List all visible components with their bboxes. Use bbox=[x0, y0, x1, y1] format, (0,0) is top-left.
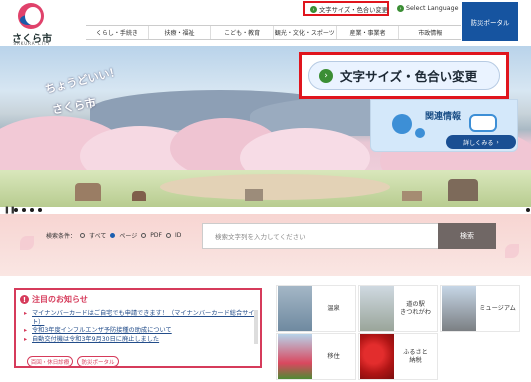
select-language-label: Select Language bbox=[406, 5, 459, 12]
disaster-portal-chip[interactable]: 防災ポータル bbox=[77, 356, 119, 367]
notice-item[interactable]: 自動交付機は令和3年9月30日に廃止しました bbox=[24, 336, 256, 345]
slide-dot[interactable] bbox=[526, 208, 530, 212]
nav-item-business[interactable]: 産業・事業者 bbox=[335, 26, 399, 39]
text-size-callout-box: › 文字サイズ・色合い変更 bbox=[299, 52, 509, 99]
text-size-color-label: 文字サイズ・色合い変更 bbox=[319, 7, 389, 14]
disaster-portal-button[interactable]: 防災ポータル bbox=[462, 2, 518, 41]
notice-item[interactable]: マイナンバーカードはご自宅でも申請できます！（マイナンバーカード総合サイト） bbox=[24, 310, 256, 327]
slide-dot[interactable] bbox=[38, 208, 42, 212]
global-nav: くらし・手続き 扶療・福祉 こども・教育 観光・文化・スポーツ 産業・事業者 市… bbox=[86, 25, 461, 40]
tile-onsen[interactable]: 温泉 bbox=[276, 285, 356, 332]
text-size-zoomed-link[interactable]: › 文字サイズ・色合い変更 bbox=[308, 61, 500, 90]
virus-icon bbox=[392, 114, 412, 134]
holiday-clinic-chip[interactable]: 百回・休日診療 bbox=[27, 356, 73, 367]
virus-small-icon bbox=[415, 128, 425, 138]
select-language-link[interactable]: › Select Language bbox=[397, 5, 459, 12]
nav-item-living[interactable]: くらし・手続き bbox=[86, 26, 148, 39]
search-input[interactable]: 検索文字列を入力してください bbox=[202, 223, 440, 249]
radio-pdf[interactable] bbox=[141, 233, 147, 238]
catch-line-1: ちょうどいい！ bbox=[43, 64, 122, 97]
nav-item-cityinfo[interactable]: 市政情報 bbox=[398, 26, 461, 39]
nav-item-health[interactable]: 扶療・福祉 bbox=[147, 26, 211, 39]
nav-item-tourism[interactable]: 観光・文化・スポーツ bbox=[273, 26, 336, 39]
catch-line-2: さくら市 bbox=[51, 96, 97, 117]
radio-page-label: ページ bbox=[119, 233, 138, 240]
hero-catchphrase: ちょうどいい！ さくら市 bbox=[28, 64, 148, 124]
tile-michinoeki-label: 道の駅 きつれがわ bbox=[400, 300, 431, 316]
arrow-right-icon: › bbox=[397, 5, 404, 12]
slide-dot[interactable] bbox=[22, 208, 26, 212]
radio-pdf-label: PDF bbox=[150, 232, 162, 239]
radio-id-label: ID bbox=[174, 232, 182, 239]
notice-scrollbar[interactable] bbox=[254, 310, 258, 344]
more-button[interactable]: 詳しくみる › bbox=[446, 135, 516, 149]
notice-item[interactable]: 令和3年度インフルエンザ予防接種の助成について bbox=[24, 327, 256, 336]
arrow-right-icon: › bbox=[310, 6, 317, 13]
alert-icon: ! bbox=[20, 295, 29, 304]
tile-michinoeki[interactable]: 道の駅 きつれがわ bbox=[358, 285, 438, 332]
text-size-zoomed-label: 文字サイズ・色合い変更 bbox=[340, 69, 478, 84]
tile-museum-label: ミュージアム bbox=[479, 304, 516, 312]
tile-onsen-label: 温泉 bbox=[327, 304, 340, 312]
furusato-photo bbox=[360, 334, 394, 379]
related-info-label: 関連情報 bbox=[425, 112, 462, 122]
search-button[interactable]: 検索 bbox=[438, 223, 496, 249]
tile-iju-label: 移住 bbox=[327, 352, 340, 360]
tile-furusato[interactable]: ふるさと 納税 bbox=[358, 333, 438, 380]
arrow-right-icon: › bbox=[319, 68, 333, 83]
logo-mark-icon bbox=[18, 3, 44, 29]
radio-page[interactable] bbox=[110, 233, 116, 238]
slide-dot[interactable] bbox=[14, 208, 18, 212]
text-size-color-link[interactable]: › 文字サイズ・色合い変更 bbox=[310, 5, 388, 14]
more-label: 詳しくみる bbox=[463, 139, 494, 147]
museum-photo bbox=[442, 286, 476, 331]
radio-id[interactable] bbox=[165, 233, 171, 238]
chevron-right-icon: › bbox=[496, 138, 499, 146]
michinoeki-photo bbox=[360, 286, 394, 331]
site-logo[interactable]: さくら市 SAKURA CITY bbox=[4, 3, 58, 46]
slide-dot[interactable] bbox=[30, 208, 34, 212]
search-conditions: 検索条件： すべて ページ PDF ID bbox=[46, 231, 181, 240]
radio-all[interactable] bbox=[80, 233, 86, 238]
nav-item-children[interactable]: こども・教育 bbox=[210, 26, 273, 39]
mask-icon bbox=[469, 114, 497, 132]
tile-furusato-label: ふるさと 納税 bbox=[403, 348, 428, 364]
tile-iju[interactable]: 移住 bbox=[276, 333, 356, 380]
tile-museum[interactable]: ミュージアム bbox=[440, 285, 520, 332]
search-cond-label: 検索条件： bbox=[46, 233, 77, 240]
iju-photo bbox=[278, 334, 312, 379]
radio-all-label: すべて bbox=[89, 233, 107, 240]
notice-title: 注目のお知らせ bbox=[32, 295, 88, 304]
onsen-photo bbox=[278, 286, 312, 331]
